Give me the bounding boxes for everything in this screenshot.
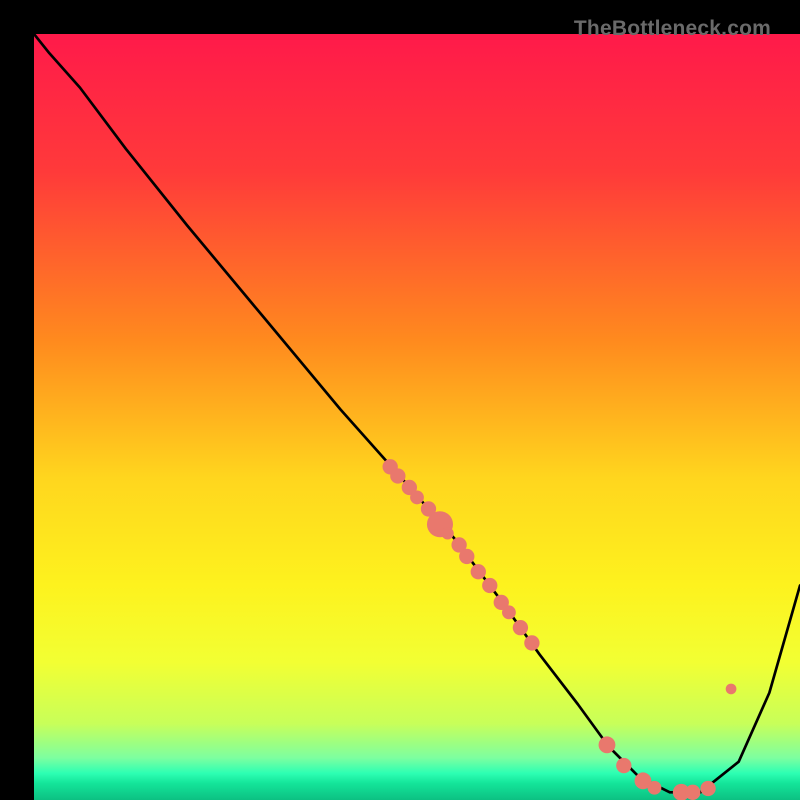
chart-frame: TheBottleneck.com xyxy=(17,17,783,783)
data-point-marker xyxy=(648,781,662,795)
data-point-marker xyxy=(685,785,700,800)
data-point-marker xyxy=(726,684,737,695)
watermark-text: TheBottleneck.com xyxy=(574,17,771,41)
curve-line xyxy=(34,34,800,792)
data-point-marker xyxy=(700,781,715,796)
data-point-marker xyxy=(502,605,516,619)
chart-plot-area xyxy=(34,34,800,800)
data-point-marker xyxy=(390,468,405,483)
data-point-marker xyxy=(513,620,528,635)
data-point-marker xyxy=(482,578,497,593)
data-point-marker xyxy=(459,549,474,564)
data-point-marker xyxy=(471,564,486,579)
data-point-marker xyxy=(442,527,454,539)
bottleneck-curve xyxy=(34,34,800,800)
data-point-marker xyxy=(524,635,539,650)
data-point-marker xyxy=(599,736,616,753)
data-point-marker xyxy=(410,491,424,505)
curve-markers xyxy=(383,459,737,800)
data-point-marker xyxy=(616,758,631,773)
